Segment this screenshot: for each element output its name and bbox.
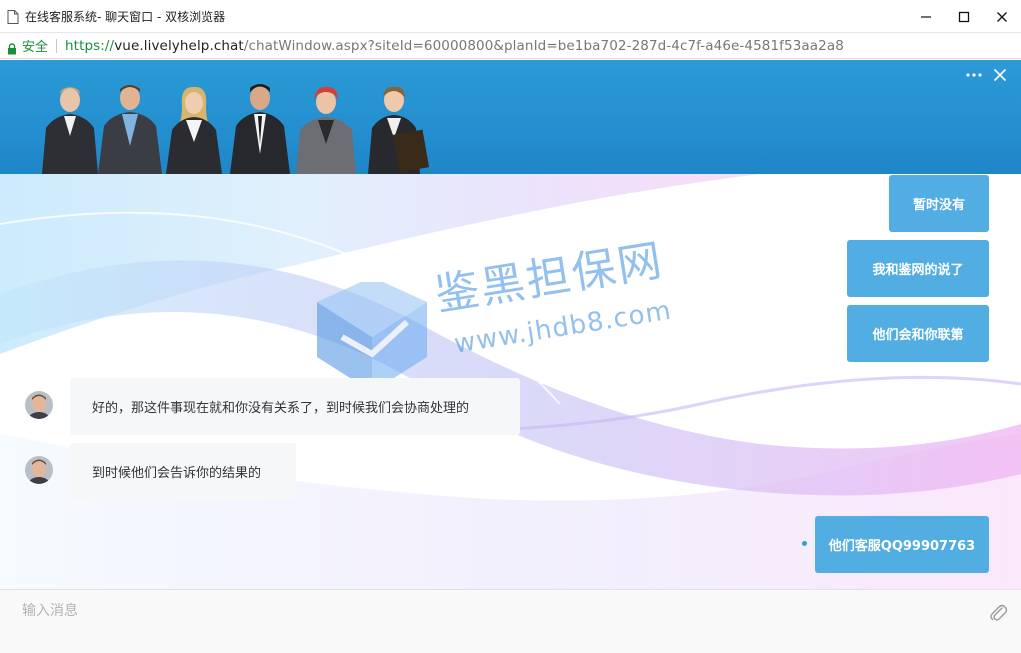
incoming-message-bubble: 到时候他们会告诉你的结果的 [70,443,296,500]
agent-figure [368,86,430,174]
close-window-button[interactable] [983,0,1021,33]
url-host: vue.livelyhelp.chat [114,37,244,54]
url-scheme: https:// [65,37,115,54]
agent-avatar [25,456,53,484]
message-input[interactable] [14,598,954,624]
outgoing-message-bubble: 暂时没有 [889,175,989,232]
close-chat-button[interactable] [987,64,1013,86]
more-icon [966,73,982,77]
minimize-button[interactable] [907,0,945,33]
agent-avatar [25,391,53,419]
chat-header-banner [0,60,1021,174]
window-titlebar: 在线客服系统- 聊天窗口 - 双核浏览器 [0,0,1021,33]
more-button[interactable] [961,64,987,86]
avatar-image [25,391,53,419]
agent-figure [42,87,98,174]
paperclip-icon [990,604,1008,621]
chat-header-actions [961,64,1013,86]
watermark: 鉴黑担保网 www.jhdb8.com [312,235,692,394]
message-input-bar [0,589,1021,653]
address-bar[interactable]: 安全 https://vue.livelyhelp.chat/chatWindo… [0,33,1021,59]
address-separator [56,38,58,53]
close-icon [997,11,1007,22]
outgoing-message-bubble: 他们客服QQ99907763 [815,516,989,573]
close-icon [993,68,1007,82]
minimize-icon [921,15,931,18]
window-title: 在线客服系统- 聊天窗口 - 双核浏览器 [25,9,226,24]
outgoing-message-bubble: 我和鉴网的说了 [847,240,989,297]
agent-figure [98,85,162,174]
attach-button[interactable] [989,602,1008,622]
agents-group-image [42,84,430,174]
url-text[interactable]: https://vue.livelyhelp.chat/chatWindow.a… [65,38,844,54]
chat-message-area[interactable]: 鉴黑担保网 www.jhdb8.com 暂时没有 我和鉴网的说了 他们会和你联第… [0,174,1021,590]
secure-label: 安全 [22,40,49,55]
maximize-button[interactable] [945,0,983,33]
window-controls [907,0,1021,33]
agent-figure [296,86,356,174]
lock-icon [7,40,17,54]
agent-figure [230,84,290,174]
watermark-logo-icon [317,282,427,392]
maximize-icon [958,11,970,22]
document-icon [7,9,19,24]
outgoing-message-bubble: 他们会和你联第 [847,305,989,362]
url-path: /chatWindow.aspx?siteId=60000800&planId=… [243,37,844,54]
message-status-dot [802,541,807,546]
incoming-message-bubble: 好的，那这件事现在就和你没有关系了，到时候我们会协商处理的 [70,378,520,435]
agent-figure [166,86,222,174]
avatar-image [25,456,53,484]
